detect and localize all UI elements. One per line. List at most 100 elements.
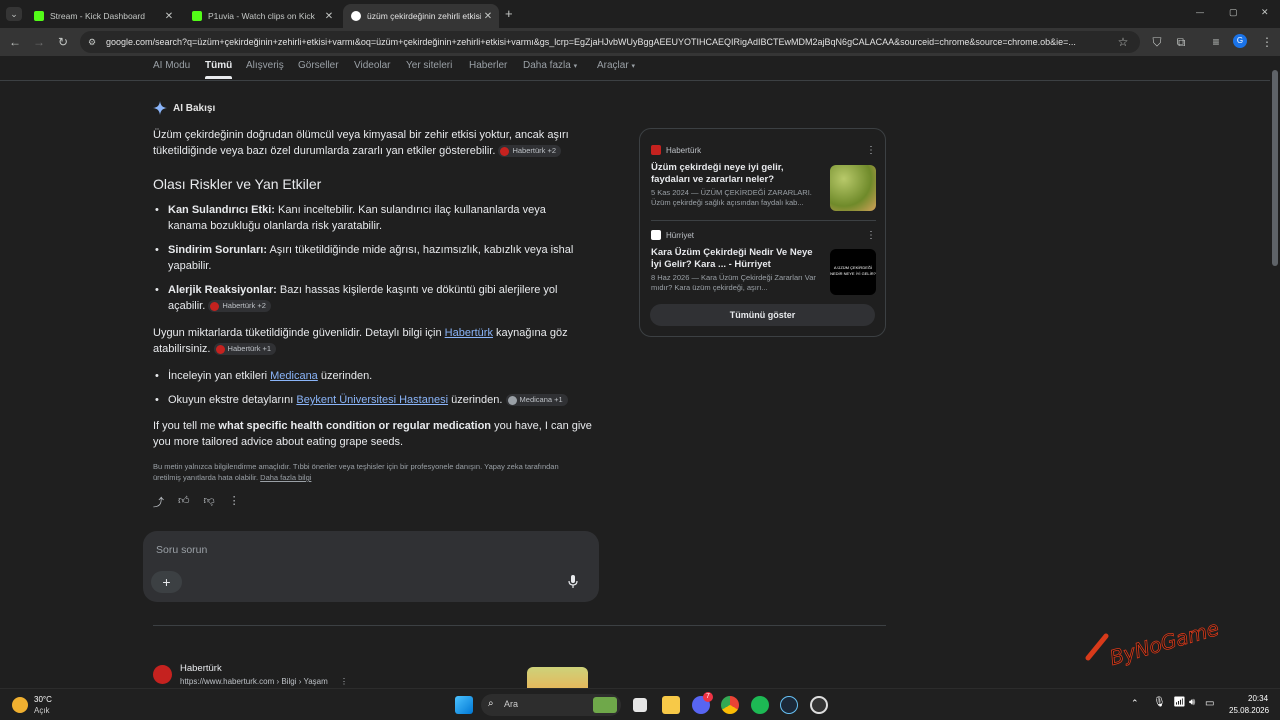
tab-kick-clips[interactable]: P1uvia - Watch clips on Kick ✕ [184,4,340,28]
card-menu-icon[interactable]: ⋮ [866,145,876,156]
tab-images[interactable]: Görseller [298,60,339,71]
tab-tools[interactable]: Araçlar ▾ [597,60,635,71]
tab-all[interactable]: Tümü [205,60,233,79]
thumbs-down-icon[interactable]: 👎︎ [204,494,215,510]
tab-tools-label: Araçlar [597,60,629,71]
result-thumbnail[interactable] [527,667,588,688]
scrollbar-thumb[interactable] [1272,70,1278,266]
profile-avatar[interactable]: G [1233,34,1247,48]
card-source: Habertürk [651,145,701,155]
share-icon[interactable]: ⤴ [153,494,164,510]
haberturk-icon [500,146,510,156]
extensions-icon[interactable]: ⧉ [1173,34,1189,50]
haberturk-link[interactable]: Habertürk [445,327,493,339]
media-control-icon[interactable]: ≡ [1208,34,1224,50]
source-chip[interactable]: Habertürk +2 [498,145,562,158]
tab-videos[interactable]: Videolar [354,60,391,71]
tray-overflow-icon[interactable]: ⌃ [1131,698,1139,709]
spotify-icon[interactable] [751,696,769,714]
card-title-link[interactable]: Kara Üzüm Çekirdeği Nedir Ve Neye İyi Ge… [651,247,821,271]
reload-icon[interactable]: ↻ [55,34,71,50]
beykent-link[interactable]: Beykent Üniversitesi Hastanesi [296,394,448,406]
hurriyet-thumbnail[interactable]: A ÜZÜM ÇEKİRDEĞİ NEDİR NEYE İYİ GELİR? [830,249,876,295]
clock-date[interactable]: 25.08.2026 [1229,706,1269,715]
source-chip[interactable]: Medicana +1 [505,394,568,407]
bynogame-watermark: ByNoGame [1085,616,1222,668]
safety-note: Uygun miktarlarda tüketildiğinde güvenli… [153,325,583,357]
medicana-link[interactable]: Medicana [270,370,318,382]
start-windows-icon[interactable] [455,696,473,714]
forward-icon[interactable]: → [31,34,47,50]
network-icon[interactable]: 📶︎ [1173,697,1186,708]
tab-shopping[interactable]: Alışveriş [246,60,284,71]
tab-more[interactable]: Daha fazla ▾ [523,60,577,71]
restore-button[interactable]: ▢ [1229,7,1238,18]
safety-text: Uygun miktarlarda tüketildiğinde güvenli… [153,327,445,339]
tab-title: üzüm çekirdeğinin zehirli etkisi [367,11,481,21]
search-nav-tabs: AI Modu Tümü Alışveriş Görseller Videola… [0,56,1270,81]
tab-kick-dashboard[interactable]: Stream - Kick Dashboard ✕ [26,4,180,28]
source-chip[interactable]: Habertürk +2 [208,300,271,313]
tab-google-search[interactable]: üzüm çekirdeğinin zehirli etkisi ✕ [343,4,499,28]
back-icon[interactable]: ← [7,34,23,50]
ask-followup-box[interactable]: Soru sorun + [143,531,599,602]
url-text: google.com/search?q=üzüm+çekirdeğinin+ze… [106,37,1076,47]
new-tab-button[interactable]: + [505,6,513,21]
card-title-link[interactable]: Üzüm çekirdeği neye iyi gelir, faydaları… [651,162,821,186]
link-pre: İnceleyin yan etkileri [168,370,271,382]
card-source-name: Hürriyet [666,230,695,240]
window-close-button[interactable]: ✕ [1261,7,1269,18]
add-button[interactable]: + [151,571,182,593]
thumbs-up-icon[interactable]: 👍︎ [178,494,190,510]
site-info-icon[interactable]: ⚙ [88,31,96,53]
close-icon[interactable]: ✕ [322,11,336,22]
file-explorer-icon[interactable] [662,696,680,714]
source-chip[interactable]: Habertürk +1 [213,343,277,356]
card-snippet: 8 Haz 2026 — Kara Üzüm Çekirdeği Zararla… [651,273,816,292]
more-options-icon[interactable]: ⋮ [229,494,240,510]
shield-extension-icon[interactable]: ⛉ [1149,34,1165,50]
haberturk-icon [651,145,661,155]
battery-icon[interactable]: ▭ [1205,698,1214,709]
close-icon[interactable]: ✕ [162,11,176,22]
show-all-button[interactable]: Tümünü göster [650,304,875,326]
ai-overview-title: AI Bakışı [173,102,216,114]
obs-icon[interactable] [810,696,828,714]
result-site-name[interactable]: Habertürk [180,663,222,674]
chrome-icon[interactable] [721,696,739,714]
kick-icon [192,11,202,21]
feedback-row: ⤴ 👍︎ 👎︎ ⋮ [153,494,240,510]
tab-search-button[interactable]: ⌄ [6,7,22,21]
menu-kebab-icon[interactable]: ⋮ [1259,34,1275,50]
address-bar[interactable]: ⚙ google.com/search?q=üzüm+çekirdeğinin+… [80,31,1140,53]
learn-more-link[interactable]: Daha fazla bilgi [260,473,311,482]
close-icon[interactable]: ✕ [481,11,495,22]
result-menu-icon[interactable]: ⋮ [340,677,348,686]
tab-places[interactable]: Yer siteleri [406,60,452,71]
steam-icon[interactable] [780,696,798,714]
tab-ai-mode[interactable]: AI Modu [153,60,190,71]
chip-label: Medicana +1 [519,395,563,405]
grape-seeds-thumbnail[interactable] [830,165,876,211]
minimize-button[interactable]: — [1196,8,1204,17]
tab-news[interactable]: Haberler [469,60,507,71]
clock-time[interactable]: 20:34 [1248,694,1268,703]
ask-input[interactable]: Soru sorun [156,544,207,556]
tab-more-label: Daha fazla [523,60,571,71]
page-scrollbar[interactable] [1270,56,1280,688]
risk-title: Alerjik Reaksiyonlar: [168,284,277,296]
weather-icon[interactable] [12,697,28,713]
bookmark-star-icon[interactable]: ☆ [1115,34,1131,50]
weather-temp[interactable]: 30°C [34,695,52,704]
taskbar-search[interactable]: ⌕ Ara [481,694,621,716]
microphone-tray-icon[interactable]: 🎙︎ [1153,697,1166,708]
link-pre: Okuyun ekstre detaylarını [168,394,297,406]
microphone-icon[interactable] [568,575,578,589]
card-menu-icon[interactable]: ⋮ [866,230,876,241]
windows-taskbar: 30°C Açık ⌕ Ara 7 ⌃ 🎙︎ 📶︎ 🔊︎ ▭ 20:34 25.… [0,688,1280,720]
volume-icon[interactable]: 🔊︎ [1189,697,1195,708]
card-source-name: Habertürk [666,145,702,155]
task-view-icon[interactable] [633,698,647,712]
list-item: Sindirim Sorunları: Aşırı tüketildiğinde… [153,242,583,274]
google-results-page: AI Modu Tümü Alışveriş Görseller Videola… [0,56,1280,688]
